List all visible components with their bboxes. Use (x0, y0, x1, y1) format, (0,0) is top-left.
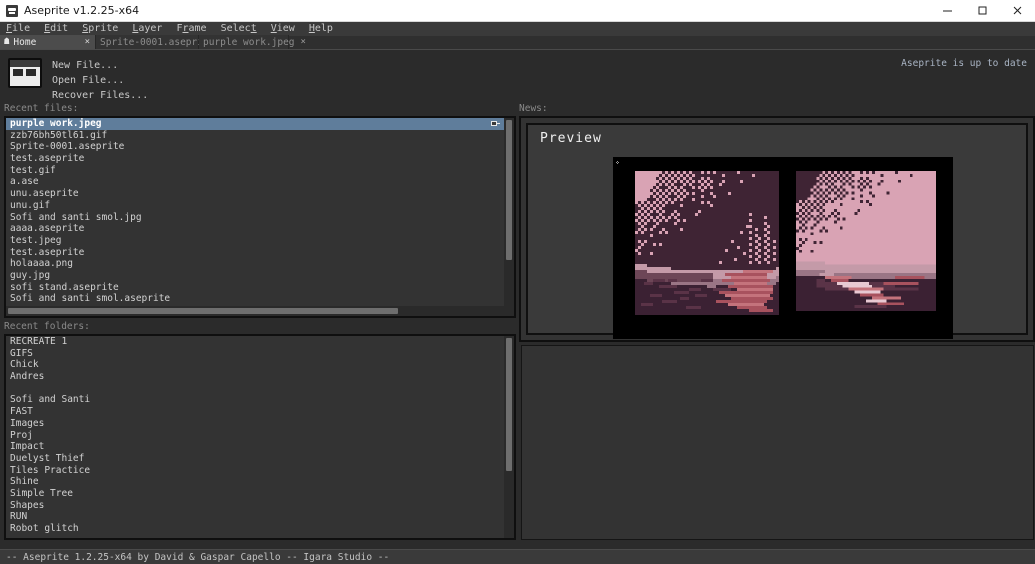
preview-canvas[interactable] (613, 157, 953, 339)
tab-home-label: Home (13, 36, 37, 48)
list-item[interactable]: test.gif (6, 165, 504, 177)
news-label: News: (519, 103, 548, 114)
preview-title: Preview (540, 131, 602, 146)
list-item[interactable]: Sofi and santi smol.aseprite (6, 293, 504, 305)
quick-actions: New File... Open File... Recover Files..… (8, 58, 148, 102)
window-title: Aseprite v1.2.25-x64 (24, 4, 140, 17)
list-item[interactable]: Images (6, 418, 504, 430)
list-item[interactable]: Shapes (6, 500, 504, 512)
recent-folders-vscroll-thumb[interactable] (506, 338, 512, 471)
list-item[interactable]: sofi stand.aseprite (6, 282, 504, 294)
list-item[interactable]: RECREATE 1 (6, 336, 504, 348)
menu-edit[interactable]: Edit (44, 22, 75, 36)
tab-home-close-icon[interactable]: × (85, 37, 90, 47)
tab-home[interactable]: ☗ Home × (0, 35, 96, 49)
menu-sprite[interactable]: Sprite (82, 22, 125, 36)
preview-artwork-right (796, 171, 936, 311)
list-item[interactable]: test.aseprite (6, 153, 504, 165)
home-icon: ☗ (4, 36, 10, 47)
list-item[interactable]: test.aseprite (6, 247, 504, 259)
recent-files-label: Recent files: (4, 103, 79, 114)
recent-files-rows: purple work.jpeg zzb76bh50tl61.gif Sprite-… (6, 118, 504, 316)
list-item[interactable]: zzb76bh50tl61.gif (6, 130, 504, 142)
pin-icon[interactable] (491, 120, 500, 127)
maximize-button[interactable] (965, 0, 1000, 22)
list-item[interactable]: unu.aseprite (6, 188, 504, 200)
preview-panel: Preview (519, 116, 1035, 342)
list-item[interactable] (6, 383, 504, 395)
statusbar: -- Aseprite 1.2.25-x64 by David & Gaspar… (0, 549, 1035, 564)
list-item[interactable]: Duelyst Thief (6, 453, 504, 465)
list-item[interactable]: Tiles Practice (6, 465, 504, 477)
statusbar-text: -- Aseprite 1.2.25-x64 by David & Gaspar… (6, 551, 390, 563)
minimize-button[interactable] (930, 0, 965, 22)
close-button[interactable] (1000, 0, 1035, 22)
aseprite-icon (6, 4, 18, 17)
list-item[interactable]: Impact (6, 441, 504, 453)
preview-inner-frame: Preview (526, 123, 1028, 339)
window-titlebar: Aseprite v1.2.25-x64 (0, 0, 1035, 22)
list-item[interactable]: FAST (6, 406, 504, 418)
list-item[interactable]: Andres (6, 371, 504, 383)
list-item[interactable]: GIFS (6, 348, 504, 360)
recent-files-hscroll-thumb[interactable] (8, 308, 398, 314)
list-item[interactable]: holaaaa.png (6, 258, 504, 270)
list-item[interactable]: guy.jpg (6, 270, 504, 282)
tab-purple-work-close-icon[interactable]: × (301, 37, 306, 47)
menu-layer[interactable]: Layer (132, 22, 169, 36)
cursor-marker-icon (616, 161, 619, 164)
list-item[interactable]: a.ase (6, 176, 504, 188)
new-file-link[interactable]: New File... (52, 59, 148, 72)
recent-files-vscroll-thumb[interactable] (506, 120, 512, 260)
recent-files-list[interactable]: purple work.jpeg zzb76bh50tl61.gif Sprite-… (4, 116, 516, 318)
news-content-panel (521, 345, 1034, 540)
tab-sprite-0001-label: Sprite-0001.asepri (100, 36, 203, 48)
menu-help[interactable]: Help (309, 22, 340, 36)
update-status-text: Aseprite is up to date (901, 58, 1027, 69)
menu-file[interactable]: File (6, 22, 37, 36)
list-item[interactable]: Chick (6, 359, 504, 371)
tabbar: ☗ Home × Sprite-0001.asepri × purple wor… (0, 35, 1035, 50)
list-item[interactable]: Simple Tree (6, 488, 504, 500)
aseprite-logo-icon (8, 58, 42, 88)
list-item[interactable]: Robot glitch (6, 523, 504, 535)
aseprite-window: Aseprite v1.2.25-x64 File Edit Sprite La… (0, 0, 1035, 564)
window-controls (930, 0, 1035, 22)
list-item[interactable]: purple work.jpeg (6, 118, 504, 130)
menubar: File Edit Sprite Layer Frame Select View… (0, 22, 1035, 36)
recent-files-vscrollbar[interactable] (504, 118, 514, 316)
tab-purple-work-label: purple work.jpeg (203, 36, 295, 48)
menu-select[interactable]: Select (221, 22, 264, 36)
list-item[interactable]: aaaa.aseprite (6, 223, 504, 235)
list-item[interactable]: Sofi and Santi (6, 394, 504, 406)
recent-folders-label: Recent folders: (4, 321, 90, 332)
list-item[interactable]: Sprite-0001.aseprite (6, 141, 504, 153)
list-item[interactable]: unu.gif (6, 200, 504, 212)
tab-purple-work[interactable]: purple work.jpeg × (199, 35, 306, 49)
list-item[interactable]: Proj (6, 430, 504, 442)
recent-folders-rows: RECREATE 1 GIFS Chick Andres Sofi and Santi F… (6, 336, 504, 538)
menu-view[interactable]: View (271, 22, 302, 36)
tab-sprite-0001[interactable]: Sprite-0001.asepri × (96, 35, 214, 49)
recent-folders-list[interactable]: RECREATE 1 GIFS Chick Andres Sofi and Santi F… (4, 334, 516, 540)
recent-folders-vscrollbar[interactable] (504, 336, 514, 538)
list-item[interactable]: RUN (6, 511, 504, 523)
open-file-link[interactable]: Open File... (52, 74, 148, 87)
list-item[interactable]: Shine (6, 476, 504, 488)
list-item[interactable]: Sofi and santi smol.jpg (6, 212, 504, 224)
list-item[interactable]: test.jpeg (6, 235, 504, 247)
menu-frame[interactable]: Frame (176, 22, 213, 36)
recover-files-link[interactable]: Recover Files... (52, 89, 148, 102)
recent-files-hscrollbar[interactable] (6, 306, 504, 316)
preview-artwork-left (635, 171, 779, 315)
